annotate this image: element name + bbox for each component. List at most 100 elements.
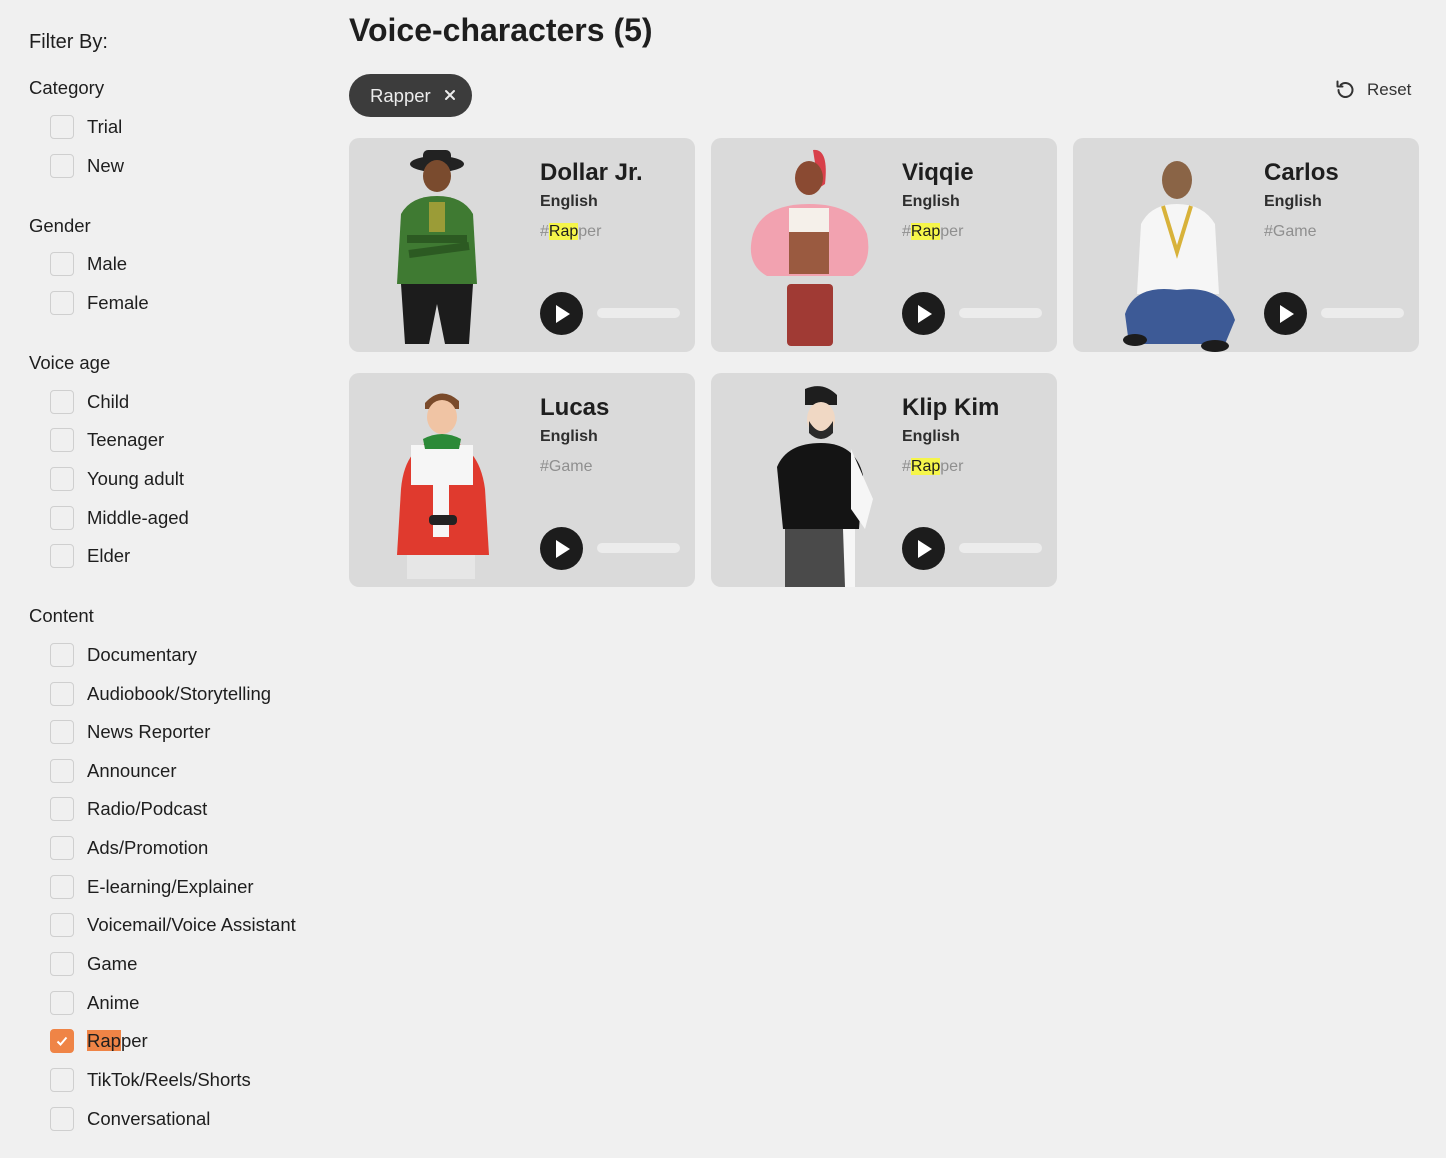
play-icon [917,304,932,323]
checkbox[interactable] [50,991,74,1015]
checkbox[interactable] [50,252,74,276]
filter-option-anime[interactable]: Anime [50,989,139,1017]
play-button[interactable] [540,292,583,335]
checkbox[interactable] [50,643,74,667]
character-avatar-image [397,393,489,579]
character-card[interactable]: Viqqie English #Rapper [711,138,1057,352]
checkbox[interactable] [50,836,74,860]
option-label: Audiobook/Storytelling [87,683,272,704]
checkbox[interactable] [50,1107,74,1131]
filter-option-trial[interactable]: Trial [50,113,122,141]
filter-option-announcer[interactable]: Announcer [50,757,176,785]
group-title-content: Content [29,605,94,626]
option-label: Male [87,253,128,274]
character-tag: #Rapper [902,222,963,242]
character-avatar-image [750,149,869,346]
checkbox[interactable] [50,759,74,783]
option-label: Elder [87,545,131,566]
filter-option-teenager[interactable]: Teenager [50,426,164,454]
tag-hash: #Game [1264,223,1317,240]
filter-option-conversational[interactable]: Conversational [50,1105,210,1133]
checkbox[interactable] [50,467,74,491]
filter-option-tiktok[interactable]: TikTok/Reels/Shorts [50,1066,251,1094]
filter-option-news-reporter[interactable]: News Reporter [50,718,210,746]
checkbox[interactable] [50,390,74,414]
audio-progress-bar[interactable] [597,543,680,553]
filter-option-documentary[interactable]: Documentary [50,641,197,669]
group-title-gender: Gender [29,215,91,236]
tag-highlight: Rap [910,223,941,240]
checkbox[interactable] [50,875,74,899]
filter-option-game[interactable]: Game [50,950,137,978]
checkbox[interactable] [50,913,74,937]
filter-option-rapper[interactable]: Rapper [50,1027,148,1055]
tag-hash: #Game [540,458,593,475]
play-button[interactable] [1264,292,1307,335]
checkbox[interactable] [50,428,74,452]
character-language: English [902,193,960,210]
checkbox[interactable] [50,1068,74,1092]
option-label: Female [87,292,149,313]
close-icon[interactable] [443,88,457,102]
filter-option-ads-promotion[interactable]: Ads/Promotion [50,834,208,862]
play-icon [555,539,570,558]
option-label: Middle-aged [87,507,189,528]
audio-progress-bar[interactable] [959,308,1042,318]
character-avatar-image [397,150,477,344]
audio-progress-bar[interactable] [597,308,680,318]
filter-option-middle-aged[interactable]: Middle-aged [50,504,189,532]
option-label: Announcer [87,760,177,781]
character-language: English [1264,193,1322,210]
checkbox[interactable] [50,797,74,821]
option-label: Voicemail/Voice Assistant [87,914,296,935]
checkbox[interactable] [50,952,74,976]
group-title-voice-age: Voice age [29,352,111,373]
checkbox-checked[interactable] [50,1029,74,1053]
option-label: Radio/Podcast [87,798,208,819]
character-card[interactable]: Klip Kim English #Rapper [711,373,1057,587]
filter-option-radio-podcast[interactable]: Radio/Podcast [50,795,207,823]
option-label: News Reporter [87,721,211,742]
character-name: Carlos [1264,159,1339,186]
checkbox[interactable] [50,115,74,139]
reset-label: Reset [1367,80,1412,99]
checkbox[interactable] [50,506,74,530]
option-label: Game [87,953,138,974]
active-filter-chip[interactable]: Rapper [349,74,472,117]
reset-button[interactable]: Reset [1333,77,1411,103]
filter-option-young-adult[interactable]: Young adult [50,465,184,493]
filter-option-voicemail[interactable]: Voicemail/Voice Assistant [50,911,296,939]
tag-rest: per [940,223,964,240]
filter-option-e-learning[interactable]: E-learning/Explainer [50,873,254,901]
check-icon [56,1036,68,1046]
checkbox[interactable] [50,682,74,706]
filter-option-elder[interactable]: Elder [50,542,130,570]
filter-option-new[interactable]: New [50,152,124,180]
play-button[interactable] [902,527,945,570]
character-name: Klip Kim [902,394,1000,421]
character-avatar-image [1123,161,1235,352]
tag-rest: per [578,223,602,240]
character-card[interactable]: Dollar Jr. English #Rapper [349,138,695,352]
checkbox[interactable] [50,544,74,568]
filter-option-female[interactable]: Female [50,289,149,317]
character-name: Dollar Jr. [540,159,643,186]
checkbox[interactable] [50,154,74,178]
filter-option-audiobook[interactable]: Audiobook/Storytelling [50,680,271,708]
character-name: Lucas [540,394,610,421]
character-card[interactable]: Carlos English #Game [1073,138,1419,352]
option-label: TikTok/Reels/Shorts [87,1069,251,1090]
option-label: New [87,155,125,176]
filter-option-child[interactable]: Child [50,388,129,416]
play-button[interactable] [540,527,583,570]
checkbox[interactable] [50,291,74,315]
option-label: Rapper [87,1030,148,1052]
filter-option-male[interactable]: Male [50,250,127,278]
play-button[interactable] [902,292,945,335]
checkbox[interactable] [50,720,74,744]
audio-progress-bar[interactable] [1321,308,1404,318]
character-card[interactable]: Lucas English #Game [349,373,695,587]
character-tag: #Rapper [902,457,963,477]
audio-progress-bar[interactable] [959,543,1042,553]
tag-rest: per [940,458,964,475]
